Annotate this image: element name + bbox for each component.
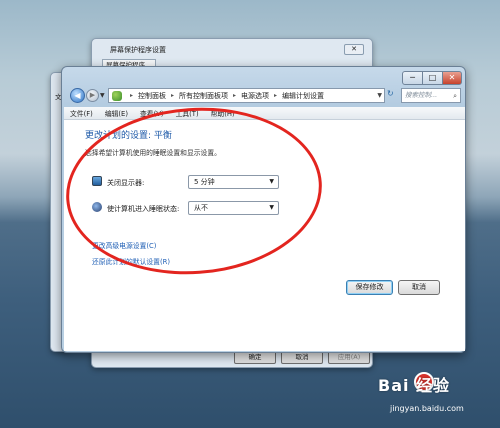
back-arrow-icon[interactable]: ◀ xyxy=(70,88,85,103)
save-changes-button[interactable]: 保存修改 xyxy=(346,280,393,295)
breadcrumb-separator-icon: ▸ xyxy=(233,92,237,99)
cancel-button[interactable]: 取消 xyxy=(398,280,440,295)
breadcrumb-power-options[interactable]: 电源选项 xyxy=(241,91,269,101)
edit-plan-window: ─ □ ✕ ◀ ▶ ▼ ▸ 控制面板 ▸ 所有控制面板项 ▸ 电源选项 ▸ 编辑… xyxy=(61,66,466,353)
breadcrumb-edit-plan[interactable]: 编辑计划设置 xyxy=(282,91,324,101)
menu-edit[interactable]: 编辑(E) xyxy=(99,108,134,118)
chevron-down-icon: ▼ xyxy=(269,178,274,185)
sleep-value: 从不 xyxy=(194,204,208,212)
display-off-value: 5 分钟 xyxy=(194,178,215,186)
recent-pages-chevron-icon[interactable]: ▼ xyxy=(100,92,105,99)
menu-tools[interactable]: 工具(T) xyxy=(170,108,205,118)
screen-saver-close-button[interactable]: ✕ xyxy=(344,44,364,55)
menu-view[interactable]: 查看(V) xyxy=(134,108,170,118)
monitor-icon xyxy=(92,176,102,186)
menu-help[interactable]: 帮助(H) xyxy=(205,108,241,118)
breadcrumb-control-panel[interactable]: 控制面板 xyxy=(138,91,166,101)
display-off-select[interactable]: 5 分钟 ▼ xyxy=(188,175,279,189)
breadcrumb-separator-icon: ▸ xyxy=(130,92,134,99)
sleep-select[interactable]: 从不 ▼ xyxy=(188,201,279,215)
breadcrumb-separator-icon: ▸ xyxy=(171,92,175,99)
search-input[interactable]: 搜索控制... ⌕ xyxy=(401,88,461,103)
search-placeholder: 搜索控制... xyxy=(405,91,438,99)
maximize-button[interactable]: □ xyxy=(422,71,443,85)
close-button[interactable]: ✕ xyxy=(442,71,462,85)
sleep-label: 使计算机进入睡眠状态: xyxy=(107,205,180,213)
minimize-button[interactable]: ─ xyxy=(402,71,423,85)
chevron-down-icon: ▼ xyxy=(269,204,274,211)
page-description: 选择希望计算机使用的睡眠设置和显示设置。 xyxy=(85,149,221,157)
page-title: 更改计划的设置: 平衡 xyxy=(85,131,172,141)
address-dropdown-icon[interactable]: ▼ xyxy=(377,92,382,99)
watermark-brand: Bai 经验 xyxy=(378,376,451,395)
advanced-settings-link[interactable]: 更改高级电源设置(C) xyxy=(92,240,156,250)
breadcrumb-all-items[interactable]: 所有控制面板项 xyxy=(179,91,228,101)
search-icon[interactable]: ⌕ xyxy=(453,90,457,103)
forward-arrow-icon[interactable]: ▶ xyxy=(86,89,99,102)
refresh-icon[interactable]: ↻ xyxy=(387,89,394,98)
display-off-label: 关闭显示器: xyxy=(107,179,145,187)
moon-sleep-icon xyxy=(92,202,102,212)
menu-file[interactable]: 文件(F) xyxy=(64,108,99,118)
address-bar[interactable]: ▸ 控制面板 ▸ 所有控制面板项 ▸ 电源选项 ▸ 编辑计划设置 ▼ xyxy=(108,88,385,103)
restore-defaults-link[interactable]: 还原此计划的默认设置(R) xyxy=(92,256,170,266)
watermark-url: jingyan.baidu.com xyxy=(390,404,464,413)
breadcrumb-separator-icon: ▸ xyxy=(274,92,278,99)
content-pane: 更改计划的设置: 平衡 选择希望计算机使用的睡眠设置和显示设置。 关闭显示器: … xyxy=(64,120,465,351)
control-panel-icon xyxy=(112,90,122,101)
screen-saver-title: 屏幕保护程序设置 xyxy=(110,46,166,54)
menu-bar: 文件(F) 编辑(E) 查看(V) 工具(T) 帮助(H) xyxy=(64,107,465,120)
